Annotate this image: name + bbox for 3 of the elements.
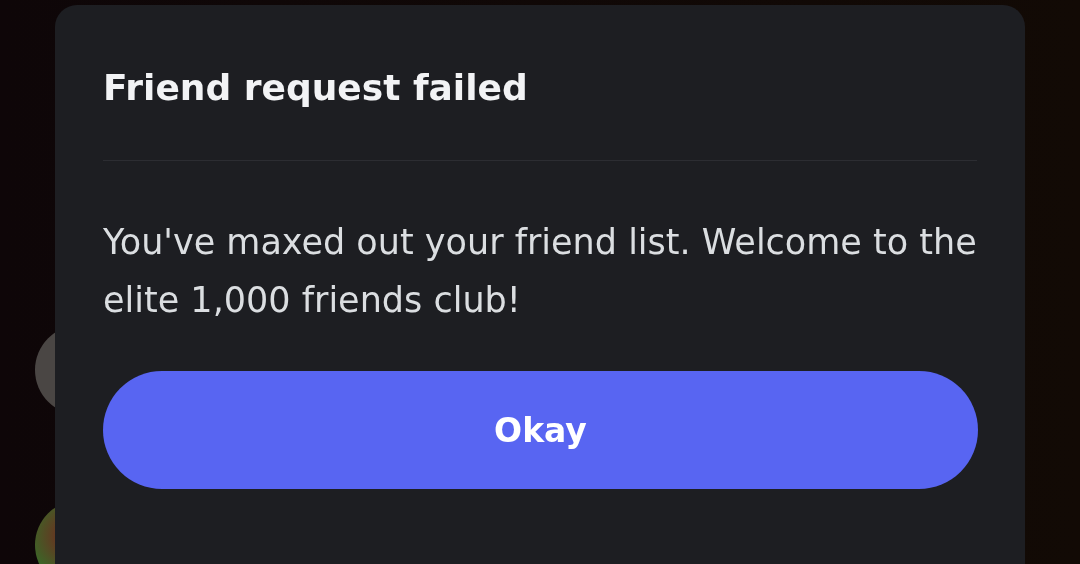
okay-button[interactable]: Okay: [103, 371, 978, 489]
dialog-message: You've maxed out your friend list. Welcome to the elite 1,000 friends club!: [103, 221, 978, 322]
dialog-title: Friend request failed: [103, 66, 529, 110]
